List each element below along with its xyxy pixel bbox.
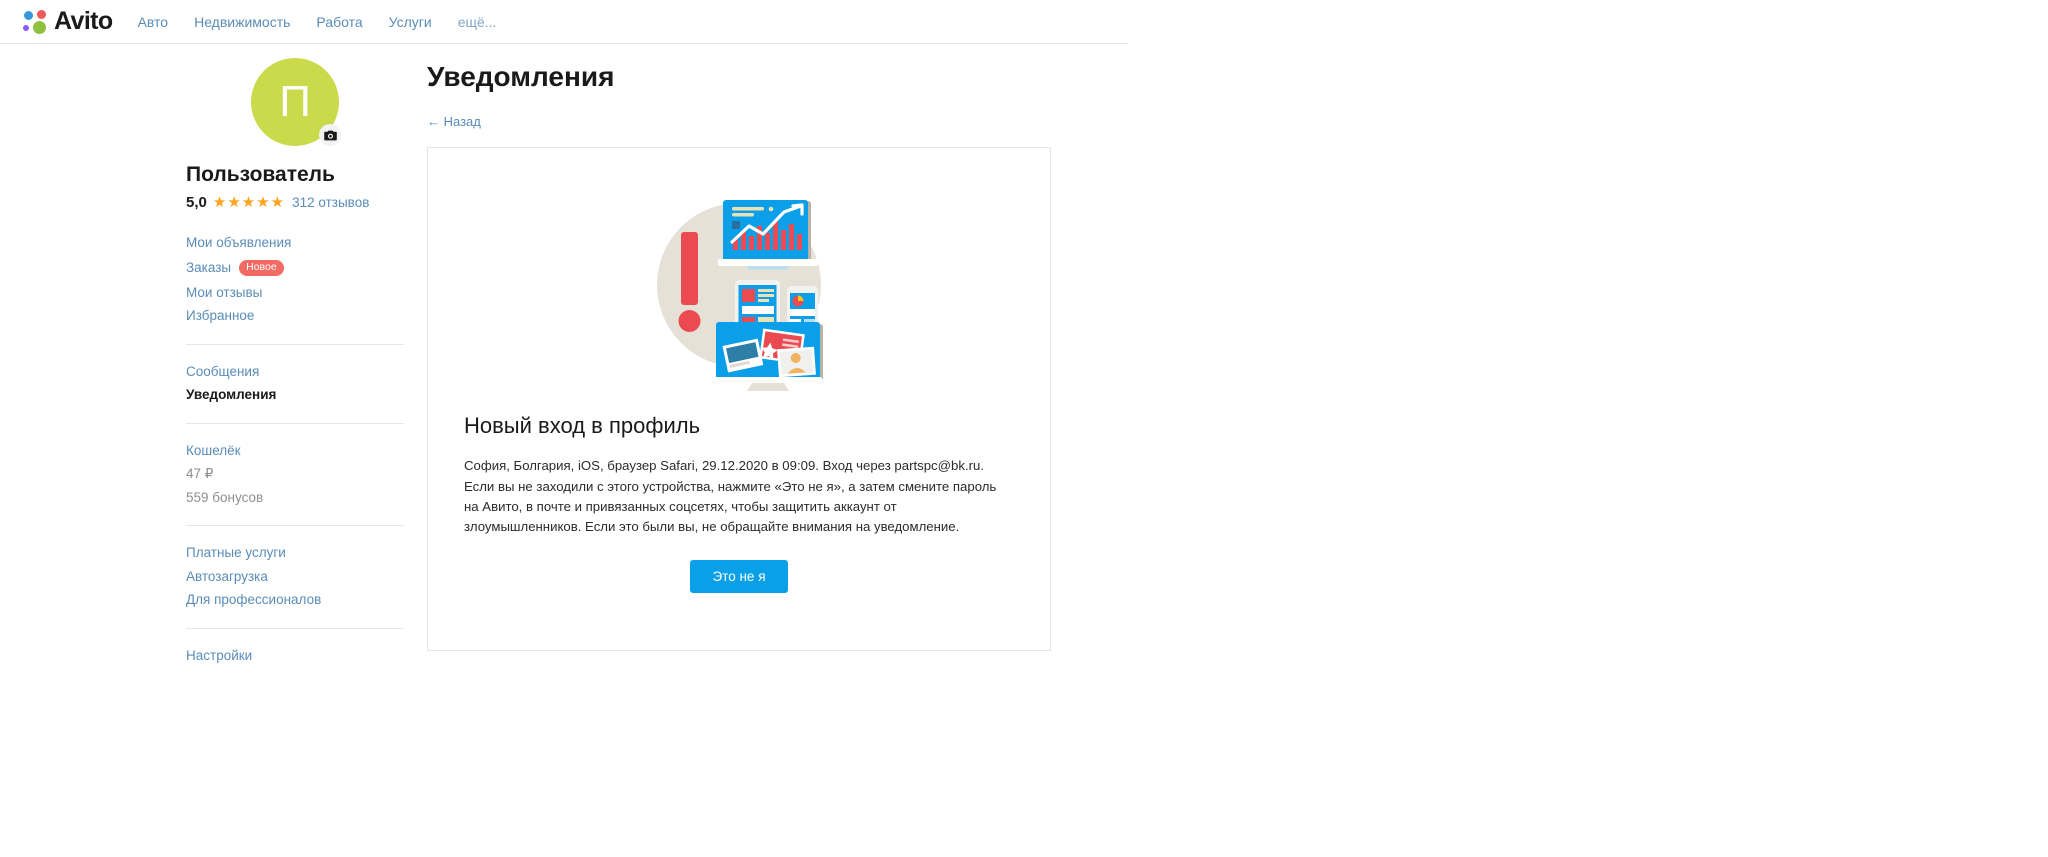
sidebar-item-autoload[interactable]: Автозагрузка (186, 565, 404, 589)
avatar-letter: П (279, 77, 311, 126)
illustration-wrap (464, 176, 1014, 394)
status-badge: Новое (239, 259, 284, 276)
avito-logo-dots-icon (22, 9, 50, 35)
sidebar-item-favorites[interactable]: Избранное (186, 304, 404, 328)
avatar-block: П (186, 58, 404, 146)
sidebar-item-label: Для профессионалов (186, 592, 322, 608)
sidebar-item-label: Кошелёк (186, 442, 241, 458)
notification-card: Новый вход в профиль София, Болгария, iO… (427, 146, 1051, 651)
sidebar-group-communication: Сообщения Уведомления (186, 360, 404, 424)
notification-body: София, Болгария, iOS, браузер Safari, 29… (464, 458, 997, 535)
cta-wrap: Это не я (464, 559, 1014, 594)
nav-item-services[interactable]: Услуги (389, 14, 432, 30)
back-link[interactable]: ← Назад (427, 114, 481, 129)
sidebar-group-services: Платные услуги Автозагрузка Для професси… (186, 541, 404, 629)
sidebar-item-my-reviews[interactable]: Мои отзывы (186, 281, 404, 305)
wallet-balance-value: 47 ₽ (186, 466, 214, 482)
sidebar-item-settings[interactable]: Настройки (186, 644, 404, 668)
sidebar-item-my-ads[interactable]: Мои объявления (186, 231, 404, 255)
notification-title: Новый вход в профиль (464, 412, 701, 438)
camera-icon[interactable] (319, 124, 341, 146)
sidebar-item-label: Заказы (186, 259, 232, 275)
star-icon: ★ (241, 194, 256, 212)
avito-logo-text: Avito (54, 7, 113, 35)
rating-score: 5,0 (186, 194, 207, 212)
sidebar-item-paid-services[interactable]: Платные услуги (186, 541, 404, 565)
sidebar-item-label: Платные услуги (186, 545, 286, 561)
sidebar-item-wallet[interactable]: Кошелёк (186, 439, 404, 463)
sidebar-item-label: Сообщения (186, 363, 260, 379)
sidebar-group-listings: Мои объявления Заказы Новое Мои отзывы И… (186, 231, 404, 345)
sidebar-item-orders[interactable]: Заказы Новое (186, 255, 404, 281)
nav-item-auto[interactable]: Авто (138, 14, 169, 30)
sidebar-item-messages[interactable]: Сообщения (186, 360, 404, 384)
devices-alert-illustration (630, 176, 848, 394)
star-icon: ★ (256, 194, 270, 212)
sidebar-item-label: Мои объявления (186, 235, 292, 251)
sidebar-item-for-professionals[interactable]: Для профессионалов (186, 588, 404, 612)
sidebar-item-notifications[interactable]: Уведомления (186, 383, 404, 407)
sidebar-group-settings: Настройки (186, 644, 404, 668)
profile-sidebar: П Пользователь 5,0 ★ ★ ★ ★ ★ 312 отзывов… (186, 58, 404, 667)
star-icon: ★ (212, 194, 227, 212)
star-icon: ★ (270, 194, 285, 212)
site-header: Avito Авто Недвижимость Работа Услуги ещ… (0, 0, 1128, 44)
avatar[interactable]: П (251, 58, 341, 146)
rating-row: 5,0 ★ ★ ★ ★ ★ 312 отзывов (186, 194, 404, 211)
wallet-bonuses-value: 559 бонусов (186, 489, 264, 505)
sidebar-item-label: Мои отзывы (186, 284, 263, 300)
sidebar-item-label: Автозагрузка (186, 568, 268, 584)
sidebar-group-wallet: Кошелёк 47 ₽ 559 бонусов (186, 439, 404, 527)
nav-item-jobs[interactable]: Работа (316, 14, 362, 30)
page-title: Уведомления (427, 61, 615, 92)
sidebar-item-label: Настройки (186, 647, 253, 663)
star-icon: ★ (227, 194, 241, 212)
sidebar-item-label: Избранное (186, 308, 255, 324)
wallet-bonuses: 559 бонусов (186, 486, 404, 510)
nav-item-more[interactable]: ещё... (458, 14, 497, 30)
main-nav: Авто Недвижимость Работа Услуги ещё... (138, 14, 497, 30)
nav-item-realty[interactable]: Недвижимость (194, 14, 290, 30)
avito-logo[interactable]: Avito (22, 9, 113, 35)
wallet-balance: 47 ₽ (186, 462, 404, 486)
reviews-count-link[interactable]: 312 отзывов (292, 195, 369, 210)
rating-stars: ★ ★ ★ ★ ★ (213, 195, 284, 210)
main-content: Уведомления ← Назад Новый вход в профиль… (427, 60, 1051, 651)
not-me-button[interactable]: Это не я (690, 559, 788, 594)
profile-name: Пользователь (186, 163, 335, 186)
sidebar-item-label: Уведомления (186, 387, 277, 403)
